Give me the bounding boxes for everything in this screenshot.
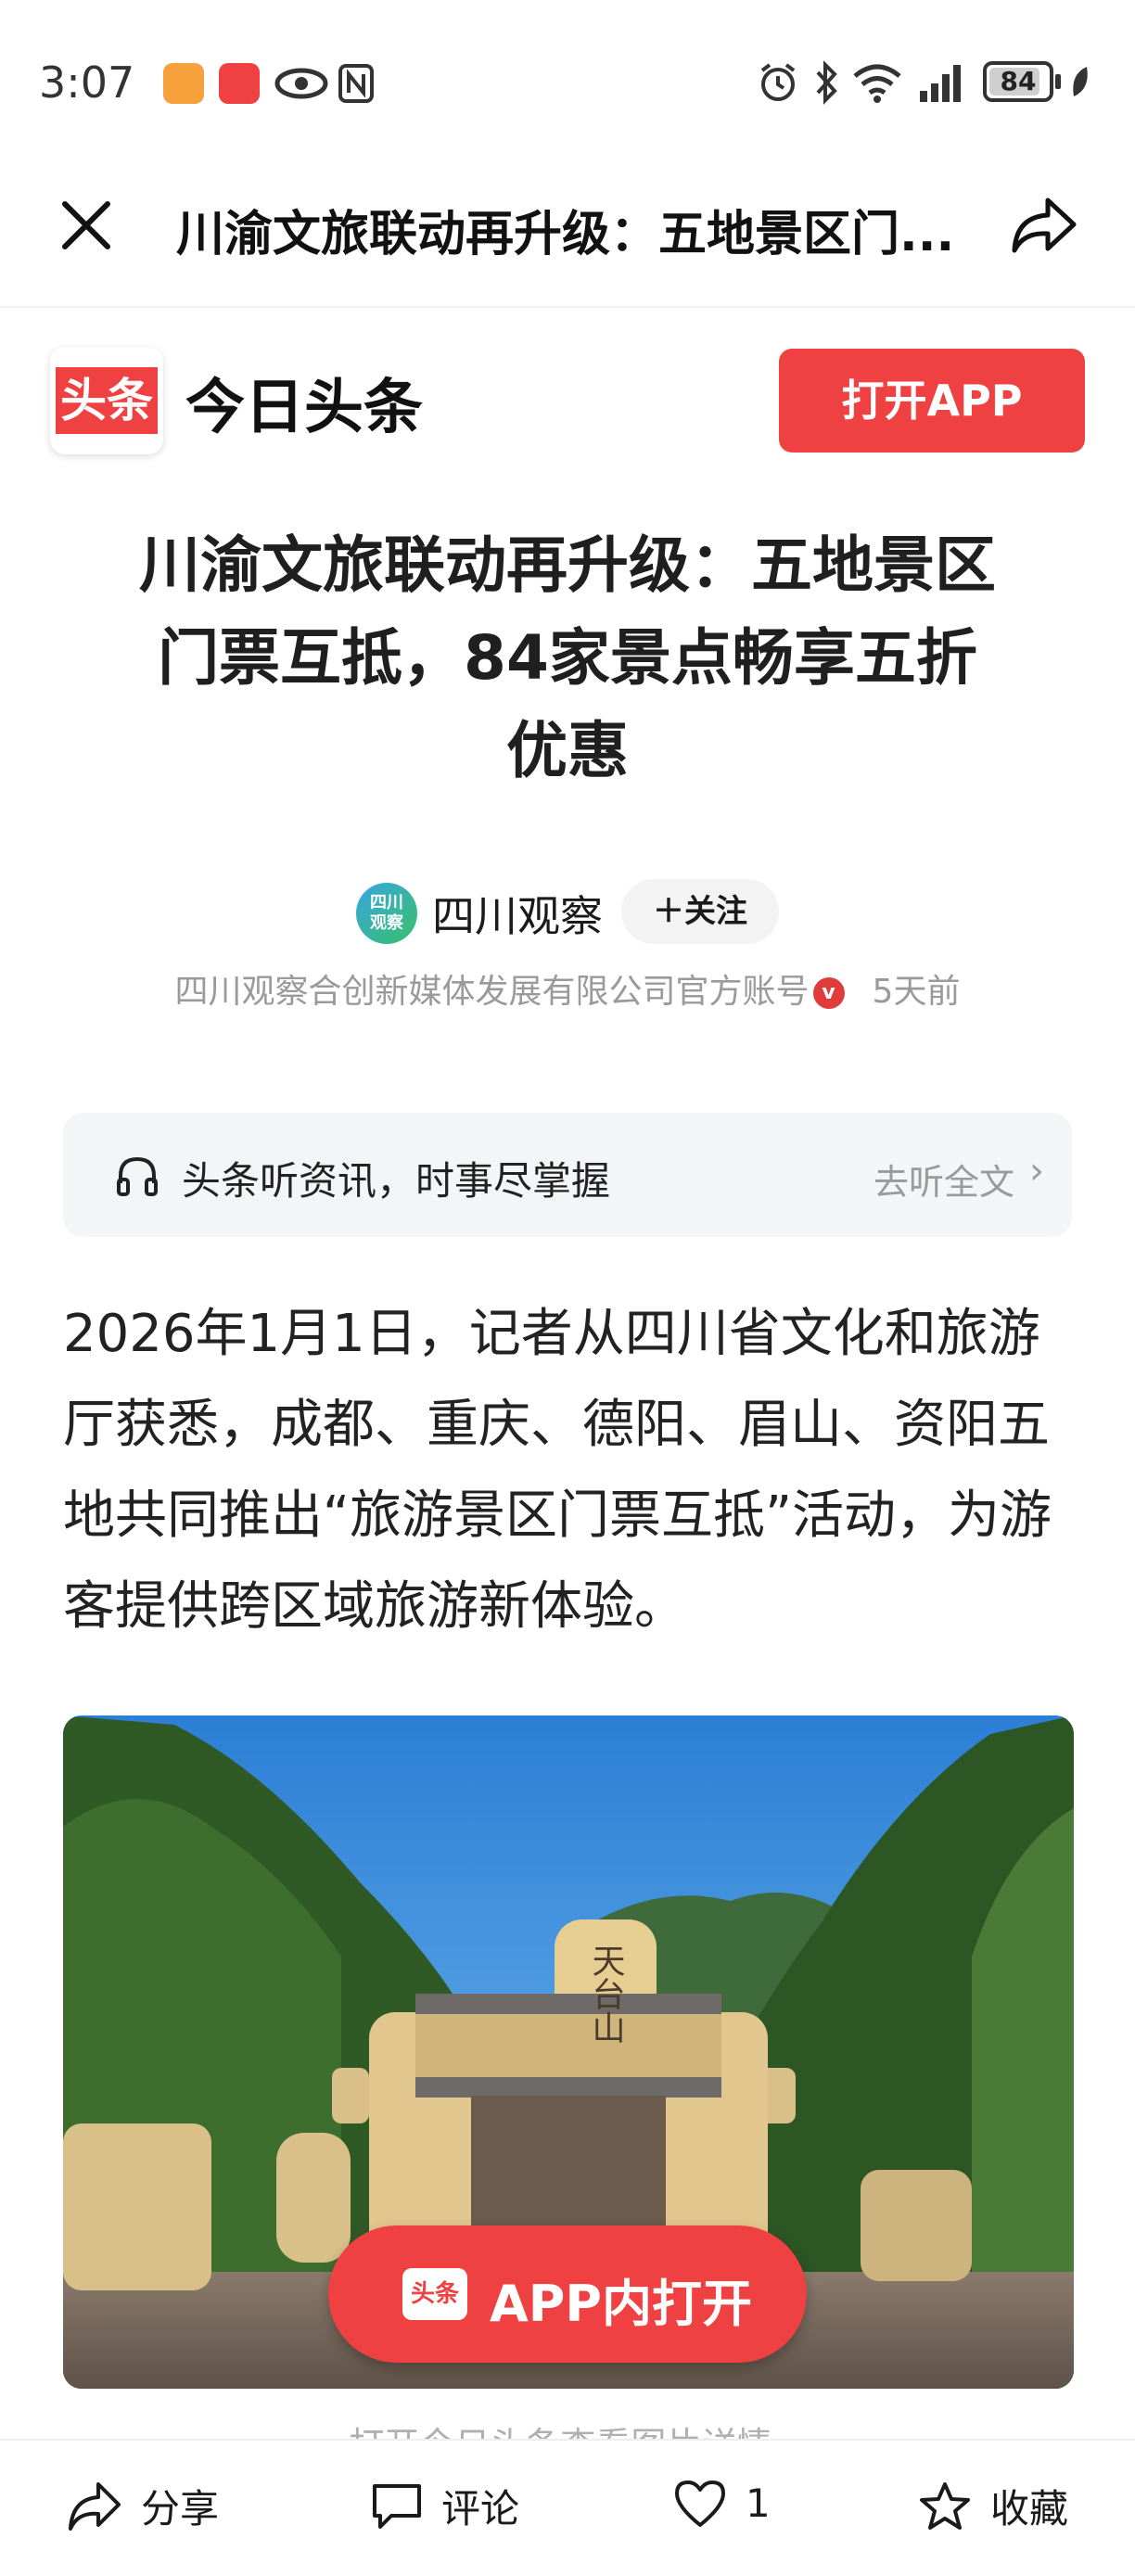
- open-in-app-button[interactable]: 头条 APP内打开: [328, 2225, 807, 2363]
- comment-label: 评论: [441, 2486, 520, 2531]
- comment-icon: [373, 2483, 421, 2529]
- bottom-action-bar: 分享 评论 1 收藏: [0, 2439, 1135, 2576]
- toutiao-logo-text: 头条: [56, 367, 158, 434]
- favorite-action[interactable]: 收藏: [918, 2478, 1068, 2539]
- toutiao-logo: 头条: [50, 347, 163, 454]
- listen-bar[interactable]: 头条听资讯，时事尽掌握 去听全文 ›: [63, 1113, 1072, 1237]
- page-title: 川渝文旅联动再升级：五地景区门...: [176, 207, 955, 262]
- like-count: 1: [746, 2480, 771, 2526]
- signal-icon: [920, 65, 961, 102]
- close-icon[interactable]: [59, 198, 113, 252]
- title-bar: 川渝文旅联动再升级：五地景区门...: [0, 158, 1135, 308]
- comment-action[interactable]: 评论: [371, 2478, 519, 2539]
- share-action[interactable]: 分享: [67, 2478, 219, 2539]
- leaf-icon: [1073, 67, 1088, 96]
- open-in-app-label: APP内打开: [490, 2275, 752, 2333]
- listen-text: 头条听资讯，时事尽掌握: [182, 1158, 611, 1204]
- bluetooth-icon: [816, 60, 837, 105]
- author-name[interactable]: 四川观察: [432, 883, 603, 944]
- nfc-icon: [338, 64, 374, 103]
- eye-icon: [274, 68, 328, 99]
- battery-tip: [1055, 74, 1061, 89]
- listen-full-link[interactable]: 去听全文: [874, 1154, 1014, 1205]
- status-time: 3:07: [39, 57, 135, 108]
- publish-time: 5天前: [872, 973, 961, 1011]
- notification-app-icon: [163, 63, 204, 104]
- notification-book-icon: [219, 63, 260, 104]
- battery-level: 84: [1000, 66, 1037, 96]
- open-app-button[interactable]: 打开APP: [779, 349, 1085, 453]
- heart-icon: [675, 2480, 725, 2527]
- share-icon[interactable]: [1011, 195, 1078, 256]
- brand-name: 今日头条: [185, 374, 423, 442]
- status-bar: 3:07 84: [0, 0, 1135, 158]
- alarm-icon: [760, 63, 796, 101]
- like-action[interactable]: 1: [673, 2478, 771, 2539]
- headline-line: 优惠: [506, 715, 629, 786]
- headline-line: 门票互抵，84家景点畅享五折: [158, 622, 977, 694]
- headline-line: 川渝文旅联动再升级：五地景区: [139, 529, 996, 601]
- chevron-right-icon: ›: [1029, 1150, 1044, 1192]
- article-paragraph: 2026年1月1日，记者从四川省文化和旅游厅获悉，成都、重庆、德阳、眉山、资阳五…: [63, 1304, 1052, 1637]
- star-icon: [920, 2481, 970, 2530]
- author-avatar[interactable]: 四川 观察: [356, 883, 417, 944]
- favorite-label: 收藏: [990, 2486, 1069, 2531]
- share-label: 分享: [141, 2486, 220, 2531]
- gate-inscription: 天台山: [587, 1944, 625, 2044]
- follow-button[interactable]: ＋关注: [621, 879, 779, 944]
- author-meta: 四川观察合创新媒体发展有限公司官方账号 v 5天前: [0, 964, 1135, 1013]
- headphones-icon: [117, 1156, 158, 1196]
- battery-indicator: 84: [983, 61, 1053, 102]
- wifi-icon: [853, 64, 901, 103]
- toutiao-small-logo: 头条: [402, 2268, 467, 2320]
- article-headline: 川渝文旅联动再升级：五地景区 门票互抵，84家景点畅享五折 优惠: [74, 519, 1061, 797]
- share-icon: [69, 2481, 121, 2531]
- author-org: 四川观察合创新媒体发展有限公司官方账号: [174, 973, 810, 1011]
- verified-badge-icon: v: [812, 977, 845, 1009]
